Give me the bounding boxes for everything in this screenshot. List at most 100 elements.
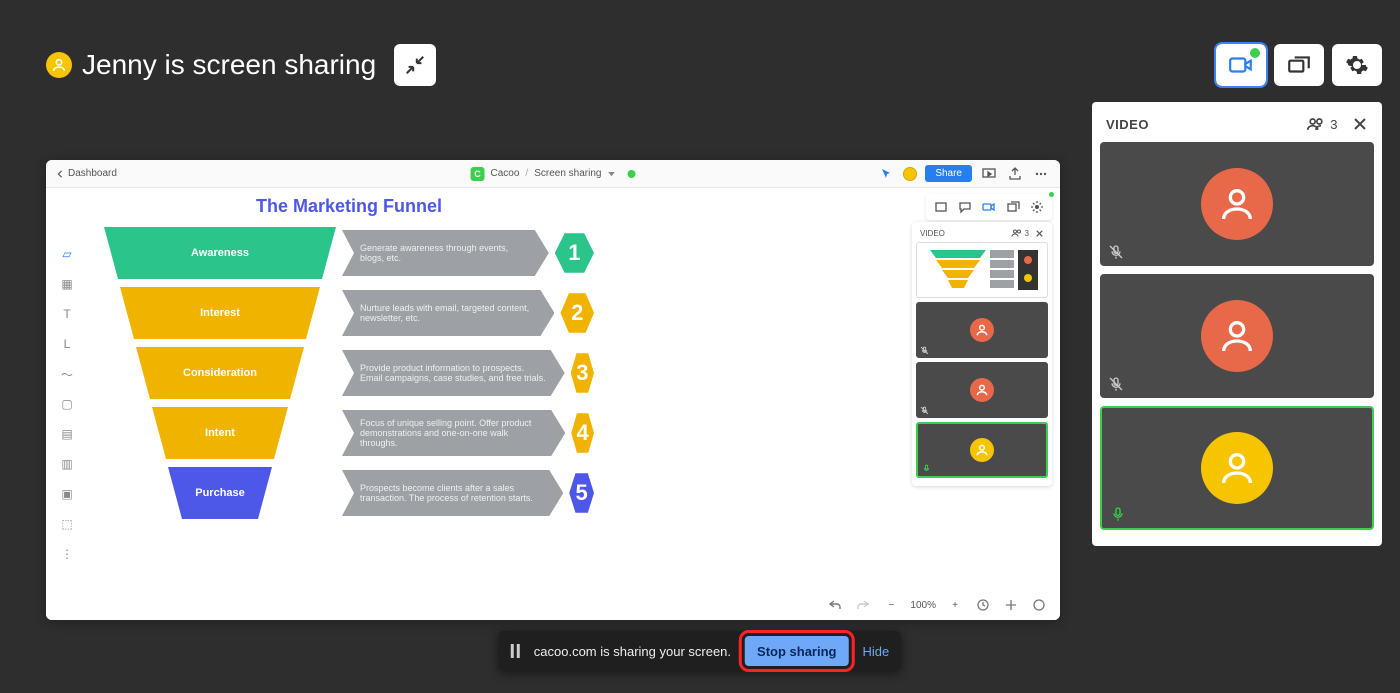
video-chat-icon[interactable] [980, 198, 998, 216]
collapse-share-button[interactable] [394, 44, 436, 86]
participant-avatar [1201, 432, 1273, 504]
participant-avatar [1201, 300, 1273, 372]
presenter-avatar [46, 52, 72, 78]
video-panel-header: VIDEO 3 [1100, 110, 1374, 142]
funnel-title: The Marketing Funnel [104, 196, 594, 217]
presenter-title: Jenny is screen sharing [82, 49, 376, 81]
comment-icon[interactable] [956, 198, 974, 216]
share-button[interactable]: Share [925, 165, 972, 182]
pause-icon[interactable] [511, 644, 520, 658]
more-menu-icon[interactable] [1032, 165, 1050, 183]
top-right-controls [1216, 44, 1382, 86]
cacoo-logo-icon: C [471, 167, 485, 181]
zoom-out-button[interactable]: − [882, 596, 900, 614]
cacoo-topbar: Dashboard C Cacoo / Screen sharing Share [46, 160, 1060, 188]
mic-muted-icon [1108, 376, 1124, 392]
participant-avatar [970, 378, 994, 402]
video-panel-title: VIDEO [1106, 117, 1149, 132]
inner-participant-count: 3 [1011, 228, 1029, 238]
text-tool-icon[interactable]: T [59, 306, 75, 322]
funnel-row: Purchase Prospects become clients after … [104, 467, 594, 519]
inner-screen-thumbnail[interactable] [916, 242, 1048, 298]
chart-tool-icon[interactable]: ▥ [59, 456, 75, 472]
table-tool-icon[interactable]: ▤ [59, 426, 75, 442]
funnel-desc: Prospects become clients after a sales t… [342, 470, 563, 516]
screens-button[interactable] [1274, 44, 1324, 86]
cacoo-breadcrumb: C Cacoo / Screen sharing [471, 167, 636, 181]
sync-status-icon [627, 170, 635, 178]
funnel-desc: Provide product information to prospects… [342, 350, 565, 396]
video-tile[interactable] [1100, 406, 1374, 530]
funnel-stage: Awareness [104, 227, 336, 279]
participant-avatar [970, 318, 994, 342]
layers-icon[interactable] [1004, 198, 1022, 216]
pointer-icon[interactable] [877, 165, 895, 183]
zoom-level[interactable]: 100% [910, 600, 936, 611]
present-icon[interactable] [980, 165, 998, 183]
mic-muted-icon [920, 346, 929, 355]
screen-share-toast: cacoo.com is sharing your screen. Stop s… [499, 631, 901, 671]
redo-button[interactable] [854, 596, 872, 614]
funnel-stage: Intent [152, 407, 288, 459]
inner-video-tile[interactable] [916, 362, 1048, 418]
cacoo-secondary-toolbar [926, 194, 1052, 220]
cacoo-zoom-bar: − 100% + [826, 596, 1048, 614]
stop-sharing-button[interactable]: Stop sharing [745, 636, 848, 666]
hide-toast-link[interactable]: Hide [862, 644, 889, 659]
fit-icon[interactable] [1002, 596, 1020, 614]
video-tile[interactable] [1100, 142, 1374, 266]
history-icon[interactable] [974, 596, 992, 614]
embed-tool-icon[interactable]: ⬚ [59, 516, 75, 532]
funnel-row: Intent Focus of unique selling point. Of… [104, 407, 594, 459]
screen-share-header: Jenny is screen sharing [46, 44, 1400, 86]
recording-indicator-icon [1250, 48, 1260, 58]
funnel-row: Awareness Generate awareness through eve… [104, 227, 594, 279]
funnel-stage: Interest [120, 287, 320, 339]
export-icon[interactable] [1006, 165, 1024, 183]
close-video-panel-button[interactable] [1352, 116, 1368, 132]
line-tool-icon[interactable]: L [59, 336, 75, 352]
funnel-desc: Generate awareness through events, blogs… [342, 230, 549, 276]
mic-muted-icon [920, 406, 929, 415]
settings-button[interactable] [1332, 44, 1382, 86]
inner-video-title: VIDEO [920, 229, 945, 238]
inner-video-tile[interactable] [916, 302, 1048, 358]
inner-video-tile[interactable] [916, 422, 1048, 478]
sticky-tool-icon[interactable]: ▢ [59, 396, 75, 412]
close-icon[interactable] [1035, 229, 1044, 238]
select-tool-icon[interactable]: ▱ [59, 246, 75, 262]
frame-tool-icon[interactable]: ▦ [59, 276, 75, 292]
funnel-step-number: 1 [555, 231, 594, 275]
funnel-stage: Purchase [168, 467, 272, 519]
funnel-row: Consideration Provide product informatio… [104, 347, 594, 399]
back-to-dashboard-link[interactable]: Dashboard [56, 168, 117, 179]
mic-muted-icon [1108, 244, 1124, 260]
funnel-step-number: 2 [560, 291, 594, 335]
funnel-stage: Consideration [136, 347, 304, 399]
participant-avatar [970, 438, 994, 462]
mic-active-icon [922, 464, 931, 473]
participant-count: 3 [1306, 117, 1338, 132]
help-icon[interactable] [1030, 596, 1048, 614]
zoom-in-button[interactable]: + [946, 596, 964, 614]
funnel-step-number: 4 [571, 411, 594, 455]
mic-active-icon [1110, 506, 1126, 522]
settings-icon[interactable] [1028, 198, 1046, 216]
video-toggle-button[interactable] [1216, 44, 1266, 86]
user-avatar-icon[interactable] [903, 167, 917, 181]
funnel-row: Interest Nurture leads with email, targe… [104, 287, 594, 339]
cacoo-toolbar: ▱ ▦ T L 〜 ▢ ▤ ▥ ▣ ⬚ ⋮ [56, 246, 78, 562]
inner-video-panel: VIDEO 3 [912, 222, 1052, 486]
image-tool-icon[interactable]: ▣ [59, 486, 75, 502]
funnel-step-number: 5 [569, 471, 594, 515]
share-toast-message: cacoo.com is sharing your screen. [534, 644, 731, 659]
video-panel: VIDEO 3 [1092, 102, 1382, 546]
pen-tool-icon[interactable]: 〜 [59, 366, 75, 382]
funnel-desc: Focus of unique selling point. Offer pro… [342, 410, 565, 456]
document-name: Screen sharing [534, 168, 601, 179]
undo-button[interactable] [826, 596, 844, 614]
more-tools-icon[interactable]: ⋮ [59, 546, 75, 562]
funnel-diagram: The Marketing Funnel Awareness Generate … [104, 196, 594, 527]
video-tile[interactable] [1100, 274, 1374, 398]
shapes-icon[interactable] [932, 198, 950, 216]
